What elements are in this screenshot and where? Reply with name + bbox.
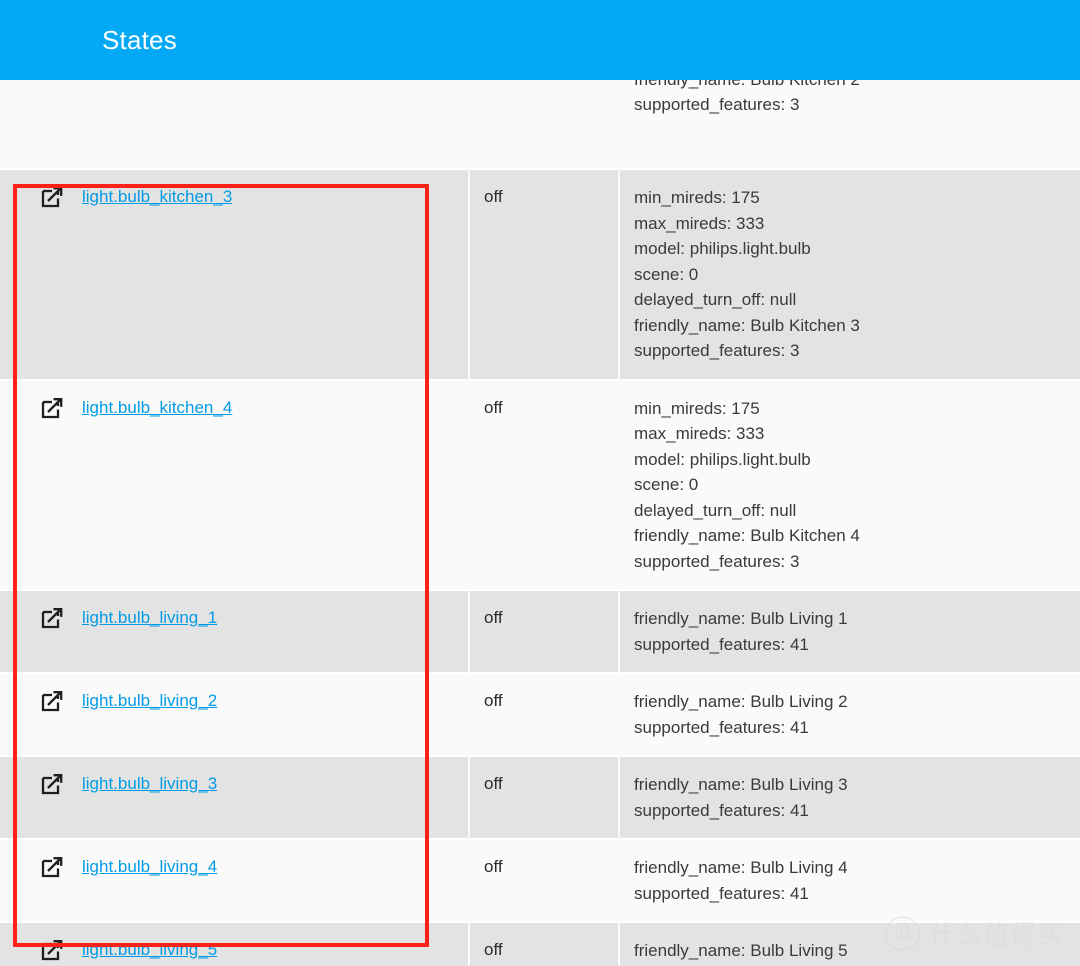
state-cell: off [470,170,618,381]
state-value: off [484,774,503,793]
entity-link[interactable]: light.bulb_living_3 [82,772,217,796]
attribute-line: supported_features: 41 [634,883,809,903]
attributes-cell: model: philips.light.bulb scene: 0 delay… [620,80,1080,170]
attributes-cell: friendly_name: Bulb Living 5 supported_f… [620,923,1080,966]
state-cell: off [470,757,618,840]
entity-cell[interactable]: light.bulb_living_4 [0,840,468,923]
entity-link[interactable]: light.bulb_living_5 [82,938,217,962]
state-value: off [484,691,503,710]
entity-cell-inner: light.bulb_living_4 [0,840,468,894]
states-table-viewport[interactable]: model: philips.light.bulb scene: 0 delay… [0,80,1080,966]
entity-cell[interactable]: light.bulb_living_2 [0,674,468,757]
attribute-line: friendly_name: Bulb Living 2 [634,692,848,711]
state-cell: off [470,380,618,591]
table-row[interactable]: light.bulb_living_3 off friendly_name: B… [0,757,1080,840]
entity-link[interactable]: light.bulb_kitchen_3 [82,185,232,209]
entity-cell[interactable]: light.bulb_living_3 [0,757,468,840]
entity-cell-inner: light.bulb_living_1 [0,591,468,645]
attributes-cell: min_mireds: 175 max_mireds: 333 model: p… [620,380,1080,591]
state-cell: off [470,923,618,966]
attribute-line: supported_features: 3 [634,551,800,571]
external-link-icon[interactable] [40,938,64,962]
states-table-body: model: philips.light.bulb scene: 0 delay… [0,80,1080,966]
attribute-line: supported_features: 41 [634,634,809,654]
state-value: off [484,397,503,417]
attribute-line: max_mireds: 333 [634,424,765,443]
entity-cell[interactable]: light.bulb_kitchen_3 [0,170,468,381]
entity-cell-inner: light.bulb_kitchen_4 [0,381,468,435]
entity-cell[interactable] [0,80,468,170]
attribute-line: friendly_name: Bulb Kitchen 2 [634,80,1080,92]
attribute-line: max_mireds: 333 [634,213,765,233]
attributes-cell: friendly_name: Bulb Living 2 supported_f… [620,674,1080,757]
external-link-icon[interactable] [40,772,64,796]
page-title: States [102,25,177,55]
attribute-line: min_mireds: 175 [634,188,760,207]
state-value: off [484,940,503,959]
attributes-list: friendly_name: Bulb Living 3 supported_f… [620,757,1080,838]
attribute-line: friendly_name: Bulb Kitchen 4 [634,526,860,545]
entity-cell[interactable]: light.bulb_kitchen_4 [0,380,468,591]
attribute-line: model: philips.light.bulb [634,449,811,469]
attributes-cell: friendly_name: Bulb Living 1 supported_f… [620,591,1080,674]
state-value: off [484,608,503,627]
table-row[interactable]: model: philips.light.bulb scene: 0 delay… [0,80,1080,170]
state-cell: off [470,674,618,757]
external-link-icon[interactable] [40,855,64,879]
table-row[interactable]: light.bulb_kitchen_4 off min_mireds: 175… [0,380,1080,591]
attributes-list: friendly_name: Bulb Living 1 supported_f… [620,591,1080,672]
external-link-icon[interactable] [40,185,64,209]
attribute-line: delayed_turn_off: null [634,500,797,520]
table-row[interactable]: light.bulb_living_5 off friendly_name: B… [0,923,1080,966]
entity-cell-inner: light.bulb_living_2 [0,674,468,728]
entity-cell-inner: light.bulb_living_3 [0,757,468,811]
attributes-list: model: philips.light.bulb scene: 0 delay… [620,80,1080,133]
entity-link[interactable]: light.bulb_kitchen_4 [82,396,232,420]
attribute-line: supported_features: 41 [634,800,809,820]
external-link-icon[interactable] [40,606,64,630]
attribute-line: supported_features: 3 [634,341,800,360]
attribute-line: scene: 0 [634,475,699,494]
attribute-line: friendly_name: Bulb Living 1 [634,609,848,628]
external-link-icon[interactable] [40,396,64,420]
attributes-cell: friendly_name: Bulb Living 4 supported_f… [620,840,1080,923]
app-header-bar: States [0,0,1080,80]
state-value: off [484,857,503,876]
attributes-list: friendly_name: Bulb Living 5 supported_f… [620,923,1080,966]
attribute-line: friendly_name: Bulb Living 4 [634,858,848,877]
attribute-line: model: philips.light.bulb [634,239,811,258]
attribute-line: friendly_name: Bulb Living 3 [634,775,848,794]
entity-link[interactable]: light.bulb_living_1 [82,606,217,630]
attributes-list: friendly_name: Bulb Living 4 supported_f… [620,840,1080,921]
entity-cell[interactable]: light.bulb_living_5 [0,923,468,966]
attributes-list: friendly_name: Bulb Living 2 supported_f… [620,674,1080,755]
attribute-line: friendly_name: Bulb Kitchen 3 [634,315,860,335]
attribute-line: supported_features: 41 [634,717,809,737]
table-row[interactable]: light.bulb_living_1 off friendly_name: B… [0,591,1080,674]
entity-cell-inner: light.bulb_kitchen_3 [0,170,468,224]
external-link-icon[interactable] [40,689,64,713]
attributes-cell: friendly_name: Bulb Living 3 supported_f… [620,757,1080,840]
attribute-line: friendly_name: Bulb Living 5 [634,941,848,960]
state-cell: off [470,840,618,923]
table-row[interactable]: light.bulb_living_2 off friendly_name: B… [0,674,1080,757]
state-cell [470,80,618,170]
entity-cell-inner: light.bulb_living_5 [0,923,468,966]
table-row[interactable]: light.bulb_living_4 off friendly_name: B… [0,840,1080,923]
state-cell: off [470,591,618,674]
attribute-line: supported_features: 3 [634,95,800,114]
entity-link[interactable]: light.bulb_living_4 [82,855,217,879]
attributes-list: min_mireds: 175 max_mireds: 333 model: p… [620,170,1080,379]
state-value: off [484,187,503,206]
attribute-line: scene: 0 [634,264,699,284]
attributes-cell: min_mireds: 175 max_mireds: 333 model: p… [620,170,1080,381]
entity-link[interactable]: light.bulb_living_2 [82,689,217,713]
states-table: model: philips.light.bulb scene: 0 delay… [0,80,1080,966]
entity-cell[interactable]: light.bulb_living_1 [0,591,468,674]
attribute-line: delayed_turn_off: null [634,290,797,309]
attributes-list: min_mireds: 175 max_mireds: 333 model: p… [620,381,1080,590]
attribute-line: min_mireds: 175 [634,398,760,418]
table-row[interactable]: light.bulb_kitchen_3 off min_mireds: 175… [0,170,1080,381]
